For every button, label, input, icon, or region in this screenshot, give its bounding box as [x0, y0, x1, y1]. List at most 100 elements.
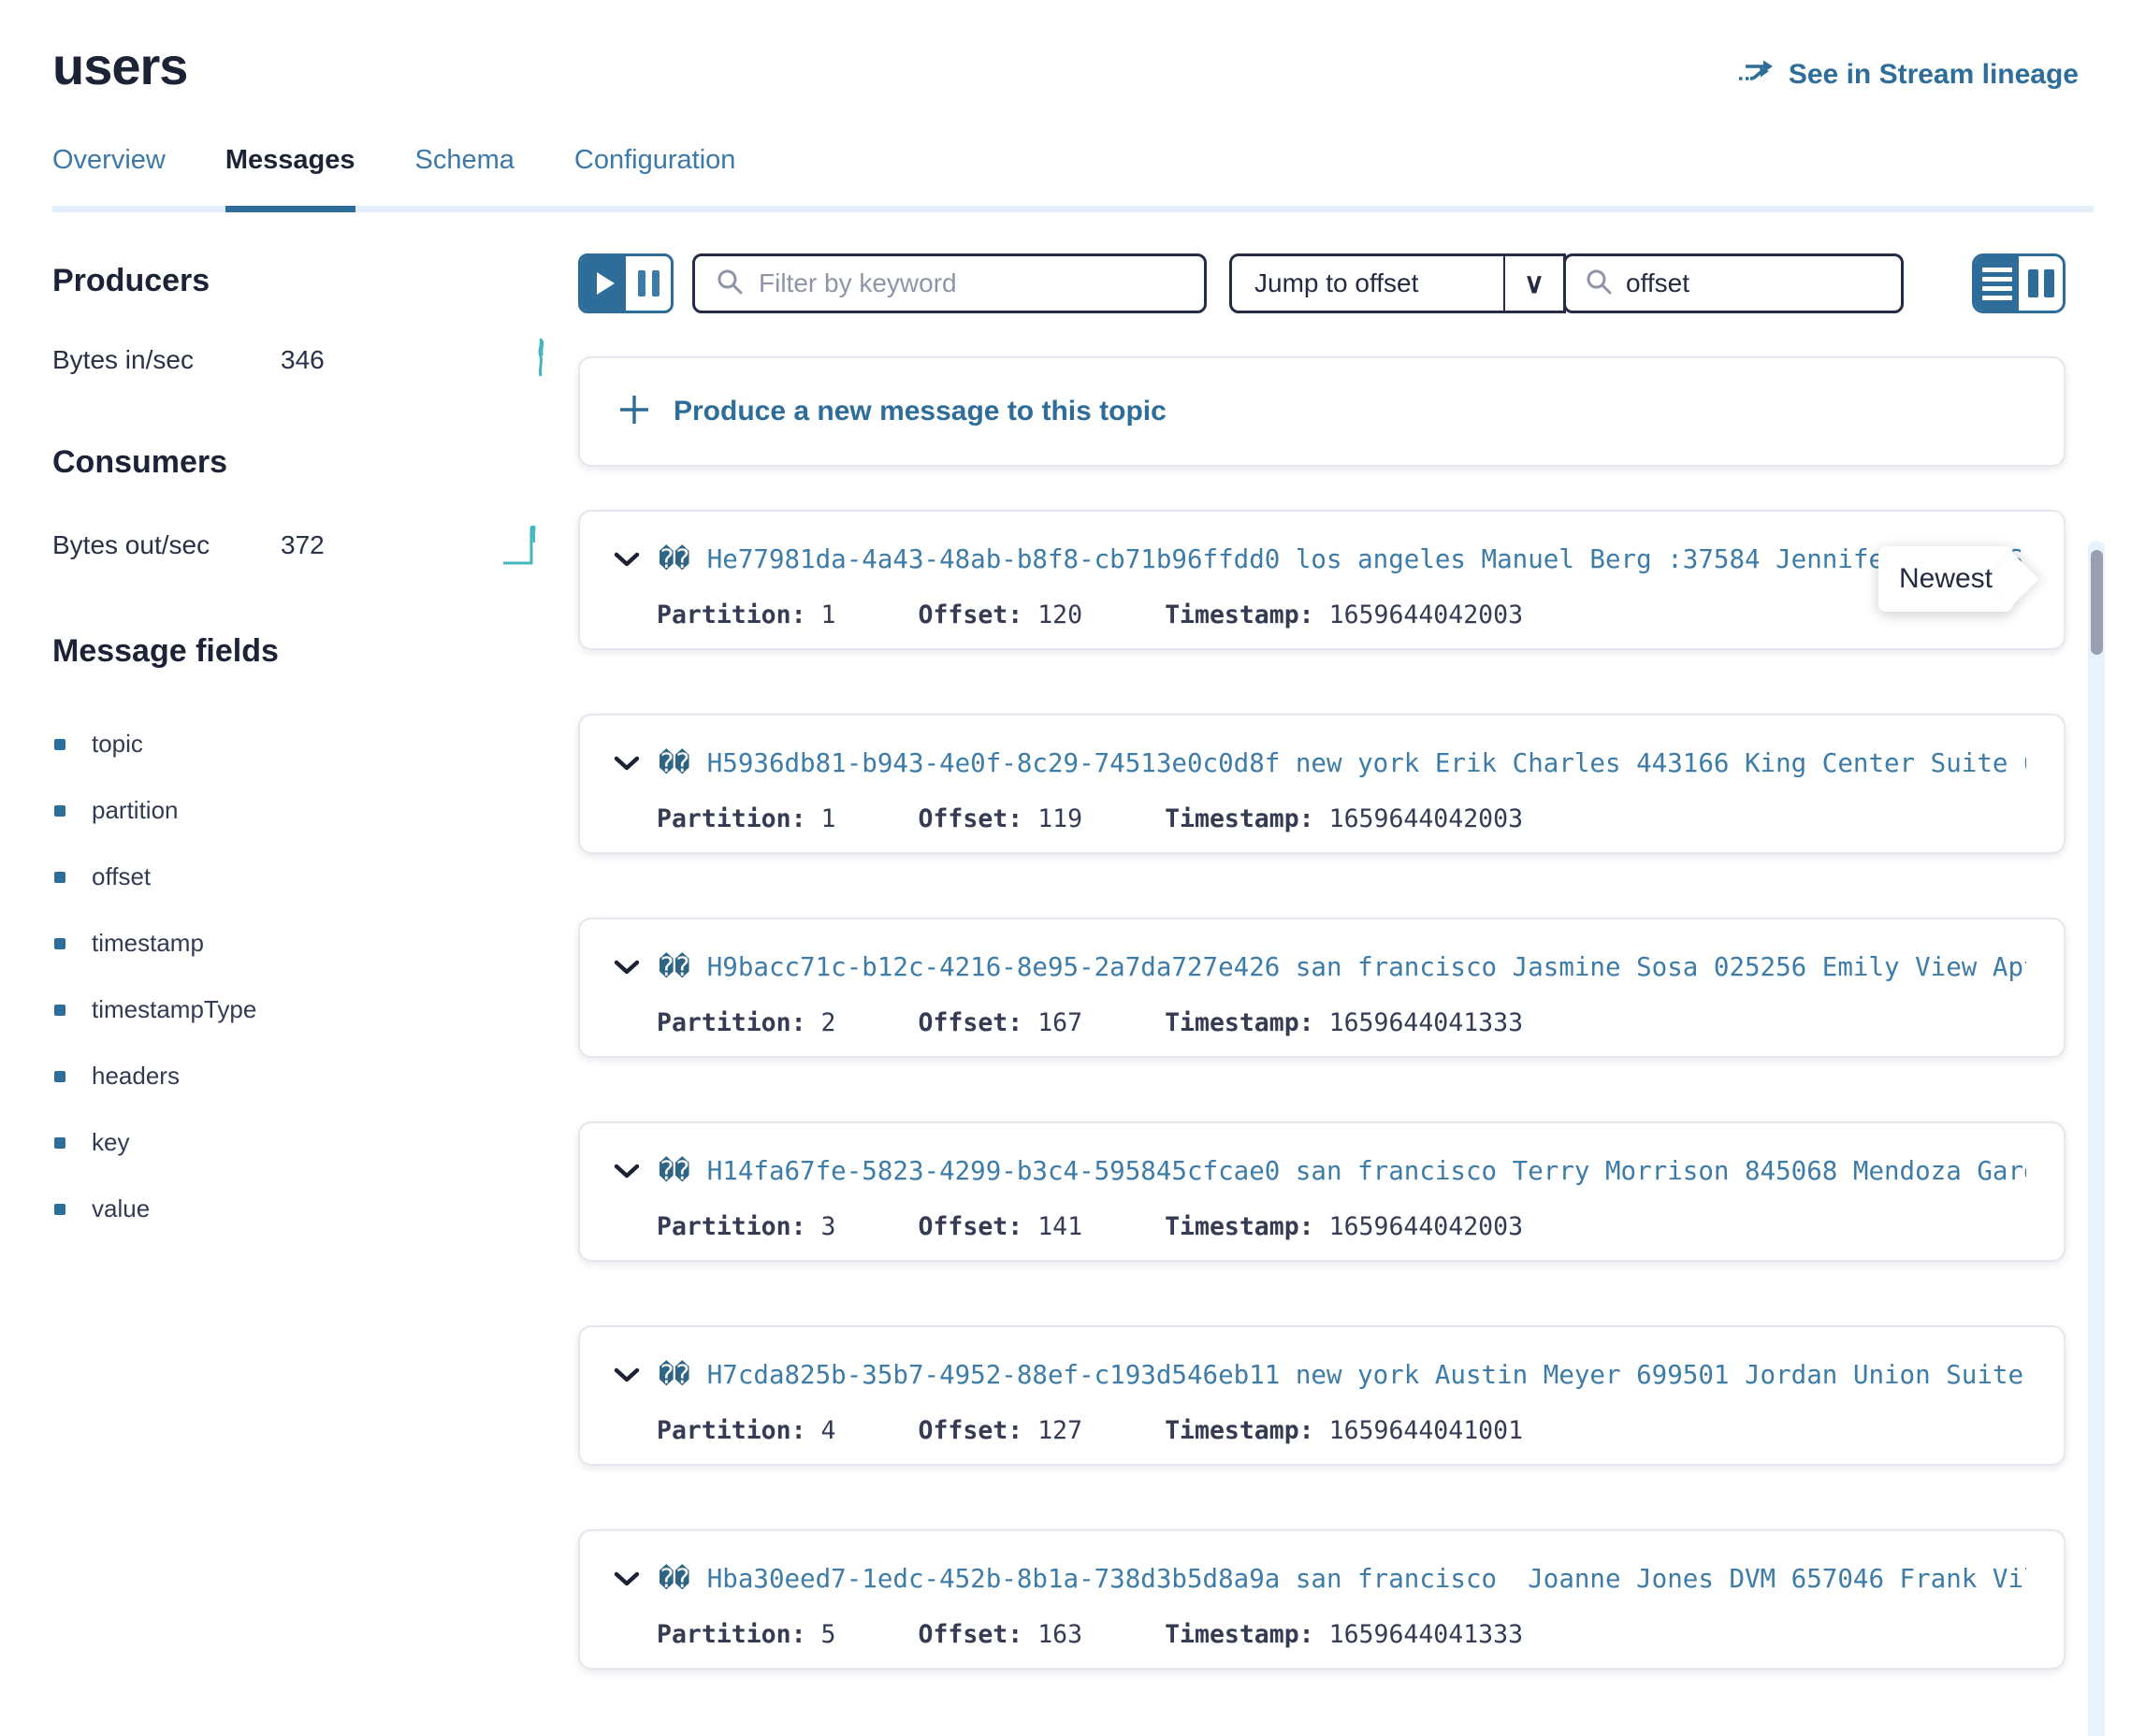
message-key-glyphs: �� [659, 951, 690, 982]
search-icon [716, 268, 744, 300]
keyword-filter-input[interactable] [759, 268, 1183, 298]
field-bullet-icon [54, 805, 65, 817]
messages-panel: Jump to offset ∨ [565, 212, 2131, 1733]
field-bullet-icon [54, 739, 65, 750]
message-timestamp: Timestamp:1659644042003 [1165, 600, 1523, 629]
message-key-glyphs: �� [659, 747, 690, 778]
expand-chevron-icon[interactable] [614, 959, 642, 976]
field-item-value: value [52, 1176, 565, 1242]
tab-messages[interactable]: Messages [225, 145, 355, 206]
pause-button[interactable] [626, 256, 671, 311]
newest-tooltip-label: Newest [1899, 563, 1993, 595]
message-offset: Offset:120 [919, 600, 1083, 629]
expand-chevron-icon[interactable] [614, 1367, 642, 1383]
message-summary[interactable]: Hba30eed7-1edc-452b-8b1a-738d3b5d8a9a sa… [707, 1564, 2026, 1594]
pause-icon [638, 270, 660, 297]
message-card: �� H5936db81-b943-4e0f-8c29-74513e0c0d8f… [578, 714, 2066, 854]
field-bullet-icon [54, 938, 65, 949]
message-card: �� H14fa67fe-5823-4299-b3c4-595845cfcae0… [578, 1121, 2066, 1262]
message-fields-heading: Message fields [52, 633, 565, 670]
message-timestamp: Timestamp:1659644041333 [1165, 1008, 1523, 1037]
message-offset: Offset:127 [919, 1416, 1083, 1445]
field-bullet-icon [54, 1005, 65, 1016]
message-timestamp: Timestamp:1659644041333 [1165, 1620, 1523, 1649]
play-pause-toggle [578, 253, 674, 313]
message-offset: Offset:119 [919, 804, 1083, 833]
page-title: users [52, 36, 187, 96]
message-list-scrollbar[interactable] [2088, 541, 2105, 1736]
list-view-button[interactable] [1975, 256, 2019, 311]
message-timestamp: Timestamp:1659644042003 [1165, 1212, 1523, 1241]
produce-message-label: Produce a new message to this topic [674, 396, 1167, 427]
page-header: users See in Stream lineage [0, 0, 2131, 96]
message-summary[interactable]: H9bacc71c-b12c-4216-8e95-2a7da727e426 sa… [707, 952, 2026, 982]
message-fields-list: topic partition offset timestamp timesta… [52, 711, 565, 1242]
stream-lineage-icon [1738, 56, 1776, 94]
field-item-timestamp: timestamp [52, 910, 565, 976]
message-offset: Offset:163 [919, 1620, 1083, 1649]
message-partition: Partition:2 [657, 1008, 836, 1037]
expand-chevron-icon[interactable] [614, 551, 642, 568]
message-key-glyphs: �� [659, 1359, 690, 1390]
stream-lineage-link[interactable]: See in Stream lineage [1738, 56, 2079, 94]
field-bullet-icon [54, 872, 65, 883]
tab-configuration[interactable]: Configuration [574, 145, 736, 206]
message-card: �� Hba30eed7-1edc-452b-8b1a-738d3b5d8a9a… [578, 1529, 2066, 1670]
message-partition: Partition:4 [657, 1416, 836, 1445]
message-summary[interactable]: H7cda825b-35b7-4952-88ef-c193d546eb11 ne… [707, 1360, 2026, 1390]
play-button[interactable] [581, 256, 626, 311]
offset-search [1563, 253, 1904, 313]
message-summary[interactable]: He77981da-4a43-48ab-b8f8-cb71b96ffdd0 lo… [707, 544, 2026, 574]
expand-chevron-icon[interactable] [614, 755, 642, 772]
message-card: �� He77981da-4a43-48ab-b8f8-cb71b96ffdd0… [578, 510, 2066, 650]
stream-lineage-label: See in Stream lineage [1789, 59, 2079, 91]
list-view-icon [1982, 268, 2012, 300]
message-timestamp: Timestamp:1659644041001 [1165, 1416, 1523, 1445]
tabbar: Overview Messages Schema Configuration [52, 145, 2094, 212]
message-offset: Offset:141 [919, 1212, 1083, 1241]
jump-to-offset-select[interactable]: Jump to offset ∨ [1229, 253, 1566, 313]
expand-chevron-icon[interactable] [614, 1163, 642, 1179]
message-card: �� H7cda825b-35b7-4952-88ef-c193d546eb11… [578, 1325, 2066, 1466]
message-partition: Partition:5 [657, 1620, 836, 1649]
plus-icon [617, 393, 651, 431]
tab-overview[interactable]: Overview [52, 145, 166, 206]
messages-toolbar: Jump to offset ∨ [578, 253, 2066, 313]
field-item-headers: headers [52, 1043, 565, 1109]
message-summary[interactable]: H5936db81-b943-4e0f-8c29-74513e0c0d8f ne… [707, 748, 2026, 778]
message-partition: Partition:1 [657, 804, 836, 833]
bytes-out-label: Bytes out/sec [52, 530, 281, 560]
message-key-glyphs: �� [659, 1155, 690, 1186]
view-mode-toggle [1972, 253, 2066, 313]
keyword-filter [692, 253, 1207, 313]
bytes-out-value: 372 [281, 530, 325, 560]
field-item-key: key [52, 1109, 565, 1176]
field-bullet-icon [54, 1137, 65, 1149]
field-item-partition: partition [52, 777, 565, 844]
expand-chevron-icon[interactable] [614, 1570, 642, 1587]
message-offset: Offset:167 [919, 1008, 1083, 1037]
search-icon [1585, 268, 1613, 300]
sidebar: Producers Bytes in/sec 346 Consumers Byt… [52, 212, 565, 1733]
field-bullet-icon [54, 1071, 65, 1082]
bytes-in-metric: Bytes in/sec 346 [52, 337, 565, 383]
column-view-button[interactable] [2019, 256, 2063, 311]
tab-schema[interactable]: Schema [415, 145, 515, 206]
jump-to-offset-value: Jump to offset [1232, 256, 1503, 311]
tab-underline-track [52, 206, 2094, 212]
offset-search-input[interactable] [1626, 268, 1882, 298]
produce-message-button[interactable]: Produce a new message to this topic [578, 356, 2066, 467]
chevron-down-icon: ∨ [1503, 256, 1563, 311]
play-icon [597, 272, 615, 295]
field-bullet-icon [54, 1204, 65, 1215]
scrollbar-thumb[interactable] [2091, 550, 2103, 655]
message-partition: Partition:3 [657, 1212, 836, 1241]
field-item-offset: offset [52, 844, 565, 910]
message-key-glyphs: �� [659, 543, 690, 574]
bytes-in-value: 346 [281, 345, 325, 375]
message-summary[interactable]: H14fa67fe-5823-4299-b3c4-595845cfcae0 sa… [707, 1156, 2026, 1186]
producers-heading: Producers [52, 263, 565, 299]
bytes-in-sparkline [533, 337, 548, 383]
consumers-heading: Consumers [52, 444, 565, 481]
message-partition: Partition:1 [657, 600, 836, 629]
